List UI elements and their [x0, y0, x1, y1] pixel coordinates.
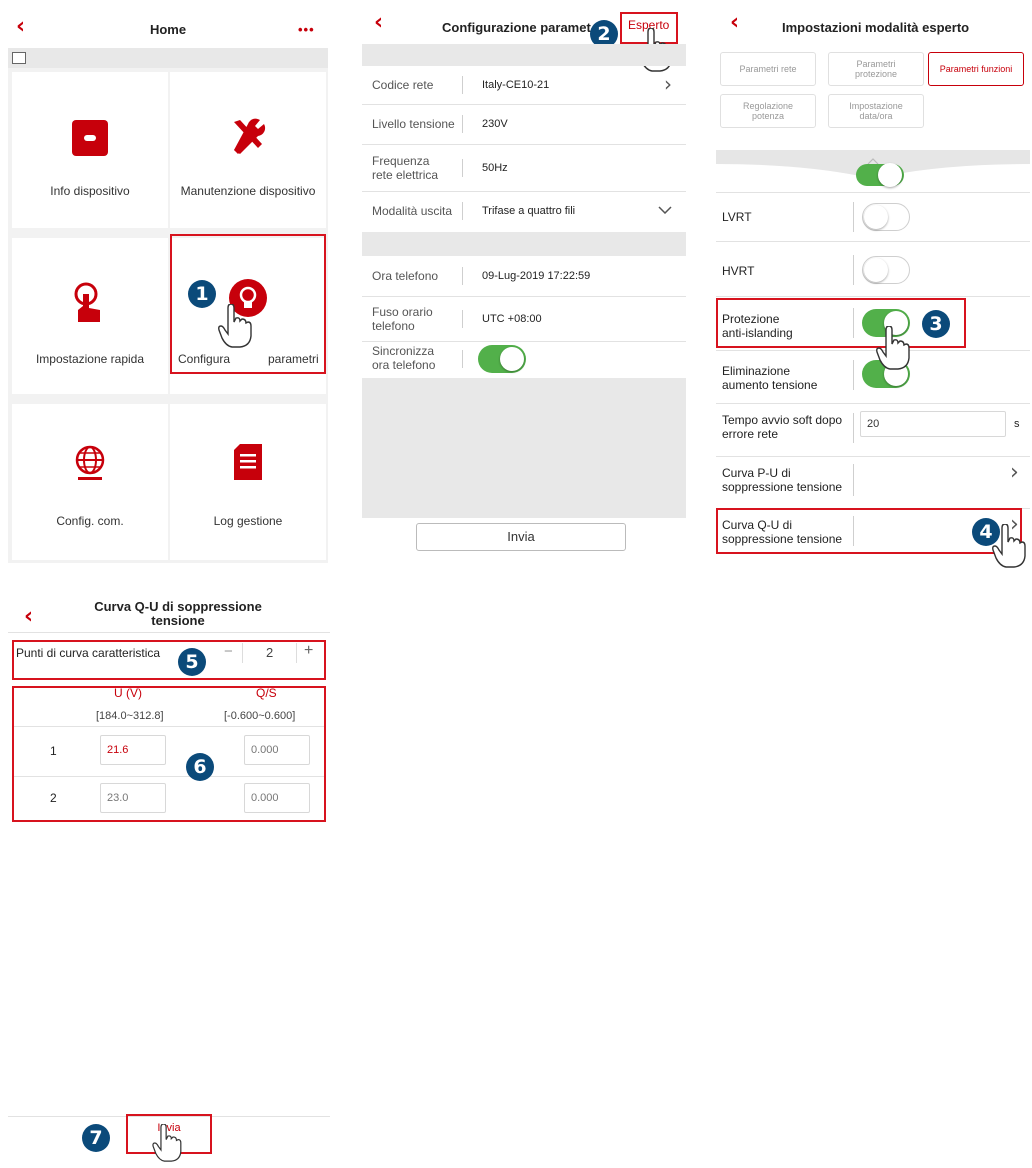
tab-parametri-protezione[interactable]: Parametri protezione [828, 52, 924, 86]
device-info-icon [72, 120, 108, 156]
tab-parametri-funzioni[interactable]: Parametri funzioni [928, 52, 1024, 86]
row-soft-start: Tempo avvio soft dopo errore rete 20 s [716, 405, 1030, 455]
monitor-icon [12, 52, 26, 64]
screen-home: ‹ Home ••• Info dispositivo Manutenzione… [8, 8, 328, 563]
row-fuso-orario: Fuso orario telefono UTC +08:00 [362, 297, 686, 341]
row-curva-pu[interactable]: Curva P-U di soppressione tensione › [716, 458, 1030, 508]
hand-pointer-icon [876, 326, 910, 370]
back-icon[interactable]: ‹ [24, 604, 33, 629]
sync-time-toggle[interactable] [478, 345, 526, 373]
step-badge-7: 7 [82, 1124, 110, 1152]
tile-label: Config. com. [56, 514, 124, 528]
submit-button[interactable]: Invia [416, 523, 626, 551]
row-value: Trifase a quattro fili [482, 205, 576, 217]
document-icon [234, 444, 262, 480]
lvrt-toggle[interactable] [862, 203, 910, 231]
tile-label: Log gestione [213, 514, 283, 528]
screen-configurazione: ‹ Configurazione paramet Esperto 2 Codic… [362, 8, 686, 563]
globe-icon [75, 445, 105, 480]
step-badge-5: 5 [178, 648, 206, 676]
row-ora-telefono: Ora telefono 09-Lug-2019 17:22:59 [362, 256, 686, 296]
hand-pointer-icon [992, 524, 1026, 568]
tools-icon [234, 118, 266, 154]
more-icon[interactable]: ••• [298, 22, 315, 37]
step-badge-1: 1 [188, 280, 216, 308]
row-value: 50Hz [482, 162, 508, 174]
step-badge-3: 3 [922, 310, 950, 338]
row-label: LVRT [722, 210, 752, 224]
section-band [362, 44, 686, 66]
status-bar [8, 48, 328, 68]
row-label: Eliminazione aumento tensione [722, 364, 818, 392]
back-icon[interactable]: ‹ [374, 10, 383, 35]
tile-info-dispositivo[interactable]: Info dispositivo [12, 72, 168, 228]
tile-label: Manutenzione dispositivo [180, 184, 316, 198]
tab-impostazione-data-ora[interactable]: Impostazione data/ora [828, 94, 924, 128]
row-label: Tempo avvio soft dopo errore rete [722, 413, 843, 441]
touch-icon [74, 282, 100, 322]
row-label: Frequenza rete elettrica [372, 154, 439, 182]
row-label: Codice rete [372, 78, 434, 92]
row-label: Ora telefono [372, 269, 439, 283]
unit-label: s [1014, 418, 1020, 430]
tab-parametri-rete[interactable]: Parametri rete [720, 52, 816, 86]
section-band [362, 232, 686, 256]
page-title: Impostazioni modalità esperto [782, 20, 970, 35]
chevron-right-icon: › [664, 72, 672, 96]
row-label: Curva P-U di soppressione tensione [722, 466, 843, 494]
hand-pointer-icon [218, 304, 252, 348]
row-value: UTC +08:00 [482, 313, 542, 325]
row-value: 230V [482, 118, 508, 130]
page-title: Configurazione paramet [442, 20, 591, 35]
screen-esperto: ‹ Impostazioni modalità esperto Parametr… [708, 8, 1030, 568]
row-lvrt: LVRT [716, 194, 1030, 240]
hvrt-toggle[interactable] [862, 256, 910, 284]
row-hvrt: HVRT [716, 243, 1030, 295]
row-sincronizza: Sincronizza ora telefono [362, 342, 686, 378]
back-icon[interactable]: ‹ [730, 10, 739, 35]
soft-start-input[interactable]: 20 [860, 411, 1006, 437]
chevron-right-icon: › [1010, 460, 1019, 485]
tile-log-gestione[interactable]: Log gestione [170, 404, 326, 560]
row-label: Modalità uscita [372, 204, 453, 218]
chevron-down-icon [658, 206, 672, 214]
row-frequenza: Frequenza rete elettrica 50Hz [362, 145, 686, 191]
tile-impostazione-rapida[interactable]: Impostazione rapida [12, 238, 168, 394]
highlight-table [12, 686, 326, 822]
screen-curva-qu: ‹ Curva Q-U di soppressione tensione Pun… [8, 598, 330, 1168]
row-label: Sincronizza ora telefono [372, 344, 436, 372]
empty-area [362, 378, 686, 518]
hand-pointer-icon [152, 1124, 182, 1162]
row-modalita-uscita[interactable]: Modalità uscita Trifase a quattro fili [362, 192, 686, 230]
tile-manutenzione[interactable]: Manutenzione dispositivo [170, 72, 326, 228]
tile-label: Info dispositivo [50, 184, 130, 198]
row-eliminazione: Eliminazione aumento tensione [716, 352, 1030, 402]
row-label: Fuso orario telefono [372, 305, 433, 333]
step-badge-6: 6 [186, 753, 214, 781]
row-livello-tensione: Livello tensione 230V [362, 105, 686, 143]
row-value: 09-Lug-2019 17:22:59 [482, 270, 591, 282]
page-title: Home [149, 22, 187, 37]
row-label: HVRT [722, 264, 755, 278]
partial-toggle [856, 163, 904, 187]
tile-label: Impostazione rapida [35, 352, 145, 366]
tab-regolazione-potenza[interactable]: Regolazione potenza [720, 94, 816, 128]
row-codice-rete[interactable]: Codice rete Italy-CE10-21 › [362, 66, 686, 104]
tile-config-com[interactable]: Config. com. [12, 404, 168, 560]
row-value: Italy-CE10-21 [482, 79, 550, 91]
highlight-punti [12, 640, 326, 680]
row-label: Livello tensione [372, 117, 455, 131]
page-title: Curva Q-U di soppressione tensione [94, 599, 262, 628]
